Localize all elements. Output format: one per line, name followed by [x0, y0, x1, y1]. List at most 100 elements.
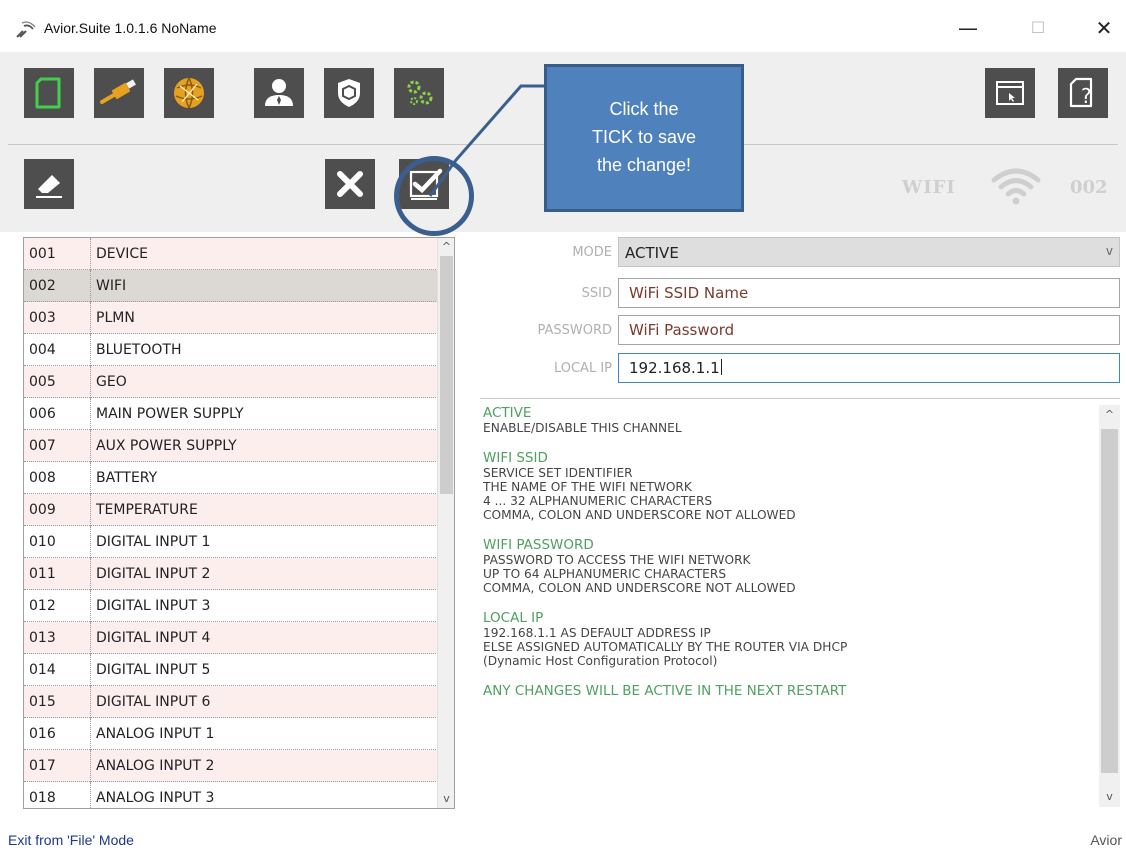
password-input[interactable]: WiFi Password: [618, 315, 1120, 345]
list-item[interactable]: 013 DIGITAL INPUT 4: [24, 622, 438, 654]
list-item[interactable]: 012 DIGITAL INPUT 3: [24, 590, 438, 622]
list-item[interactable]: 003 PLMN: [24, 302, 438, 334]
help-ssid-line: 4 ... 32 ALPHANUMERIC CHARACTERS: [483, 494, 713, 508]
column-divider: [90, 334, 91, 366]
channel-name: DIGITAL INPUT 3: [96, 598, 211, 614]
column-divider: [90, 590, 91, 622]
list-item[interactable]: 009 TEMPERATURE: [24, 494, 438, 526]
local-ip-label: LOCAL IP: [553, 361, 612, 376]
column-divider: [90, 494, 91, 526]
maximize-button[interactable]: ☐: [1018, 12, 1058, 44]
list-item[interactable]: 006 MAIN POWER SUPPLY: [24, 398, 438, 430]
text-caret: [720, 359, 722, 375]
eraser-icon: [36, 175, 62, 198]
local-ip-value: 192.168.1.1: [629, 359, 720, 377]
list-item[interactable]: 015 DIGITAL INPUT 6: [24, 686, 438, 718]
window-mode-button[interactable]: [985, 68, 1035, 118]
scroll-up-icon[interactable]: ^: [438, 238, 454, 256]
channel-number: 014: [29, 662, 56, 678]
column-divider: [90, 398, 91, 430]
help-password-title: WIFI PASSWORD: [483, 537, 594, 553]
scroll-up-icon[interactable]: ^: [1099, 405, 1120, 425]
channel-number: 015: [29, 694, 56, 710]
usb-connect-icon: [100, 79, 136, 104]
minimize-button[interactable]: —: [948, 12, 988, 44]
channel-number: 012: [29, 598, 56, 614]
svg-text:?: ?: [1081, 84, 1092, 108]
list-item[interactable]: 005 GEO: [24, 366, 438, 398]
list-item[interactable]: 016 ANALOG INPUT 1: [24, 718, 438, 750]
status-message: Exit from 'File' Mode: [8, 832, 134, 848]
scrollbar-thumb[interactable]: [440, 256, 453, 494]
settings-button[interactable]: [394, 68, 444, 118]
close-x-icon: [337, 171, 363, 197]
channel-number: 004: [29, 342, 56, 358]
list-item[interactable]: 017 ANALOG INPUT 2: [24, 750, 438, 782]
window-title: Avior.Suite 1.0.1.6 NoName: [44, 20, 217, 36]
chevron-down-icon: v: [1105, 244, 1113, 258]
help-password-line: PASSWORD TO ACCESS THE WIFI NETWORK: [483, 553, 751, 567]
list-item[interactable]: 001 DEVICE: [24, 238, 438, 270]
channel-number: 016: [29, 726, 56, 742]
channel-name: ANALOG INPUT 3: [96, 790, 215, 806]
scrollbar-thumb[interactable]: [1101, 429, 1118, 773]
channel-number: 018: [29, 790, 56, 806]
help-ssid-line: THE NAME OF THE WIFI NETWORK: [483, 480, 692, 494]
channel-list: 001 DEVICE 002 WIFI 003 PLMN 004 BLUETOOTH 005 GE…: [23, 237, 455, 809]
column-divider: [90, 750, 91, 782]
section-title: WIFI: [902, 177, 956, 198]
channel-number: 008: [29, 470, 56, 486]
erase-button[interactable]: [24, 159, 74, 209]
list-item[interactable]: 014 DIGITAL INPUT 5: [24, 654, 438, 686]
local-ip-input[interactable]: 192.168.1.1: [618, 353, 1120, 383]
list-item[interactable]: 010 DIGITAL INPUT 1: [24, 526, 438, 558]
column-divider: [90, 462, 91, 494]
channel-name: ANALOG INPUT 1: [96, 726, 215, 742]
column-divider: [90, 718, 91, 750]
channel-number: 003: [29, 310, 56, 326]
scroll-down-icon[interactable]: v: [438, 790, 454, 808]
help-scrollbar[interactable]: ^ v: [1099, 405, 1120, 807]
column-divider: [90, 238, 91, 270]
channel-number: 011: [29, 566, 56, 582]
list-item[interactable]: 002 WIFI: [24, 270, 438, 302]
mode-select[interactable]: ACTIVE v: [618, 237, 1120, 267]
wifi-signal-icon: [991, 168, 1041, 205]
new-file-button[interactable]: [24, 68, 74, 118]
security-button[interactable]: [324, 68, 374, 118]
channel-list-scrollbar[interactable]: ^ v: [437, 238, 454, 808]
help-local-ip-line: 192.168.1.1 AS DEFAULT ADDRESS IP: [483, 626, 711, 640]
callout-line-1: Click the: [609, 99, 679, 119]
close-button[interactable]: ✕: [1084, 12, 1124, 44]
list-item[interactable]: 007 AUX POWER SUPPLY: [24, 430, 438, 462]
network-button[interactable]: [164, 68, 214, 118]
usb-connect-button[interactable]: [94, 68, 144, 118]
channel-name: AUX POWER SUPPLY: [96, 438, 237, 454]
cancel-changes-button[interactable]: [325, 159, 375, 209]
help-footer-note: ANY CHANGES WILL BE ACTIVE IN THE NEXT R…: [483, 683, 847, 699]
channel-number: 013: [29, 630, 56, 646]
channel-number: 005: [29, 374, 56, 390]
column-divider: [90, 558, 91, 590]
list-item[interactable]: 018 ANALOG INPUT 3: [24, 782, 438, 808]
list-item[interactable]: 008 BATTERY: [24, 462, 438, 494]
list-item[interactable]: 011 DIGITAL INPUT 2: [24, 558, 438, 590]
scroll-down-icon[interactable]: v: [1099, 787, 1120, 807]
help-button[interactable]: ?: [1058, 68, 1108, 118]
channel-number: 017: [29, 758, 56, 774]
channel-name: BATTERY: [96, 470, 158, 486]
password-label: PASSWORD: [537, 323, 612, 338]
channel-name: MAIN POWER SUPPLY: [96, 406, 244, 422]
ssid-input[interactable]: WiFi SSID Name: [618, 278, 1120, 308]
channel-name: DEVICE: [96, 246, 148, 262]
channel-name: DIGITAL INPUT 5: [96, 662, 211, 678]
help-icon: ?: [1069, 77, 1093, 108]
help-ssid-line: SERVICE SET IDENTIFIER: [483, 466, 633, 480]
section-number: 002: [1070, 177, 1108, 198]
channel-name: TEMPERATURE: [96, 502, 198, 518]
status-brand: Avior: [1090, 832, 1122, 848]
list-item[interactable]: 004 BLUETOOTH: [24, 334, 438, 366]
channel-name: DIGITAL INPUT 2: [96, 566, 211, 582]
user-button[interactable]: [254, 68, 304, 118]
column-divider: [90, 654, 91, 686]
